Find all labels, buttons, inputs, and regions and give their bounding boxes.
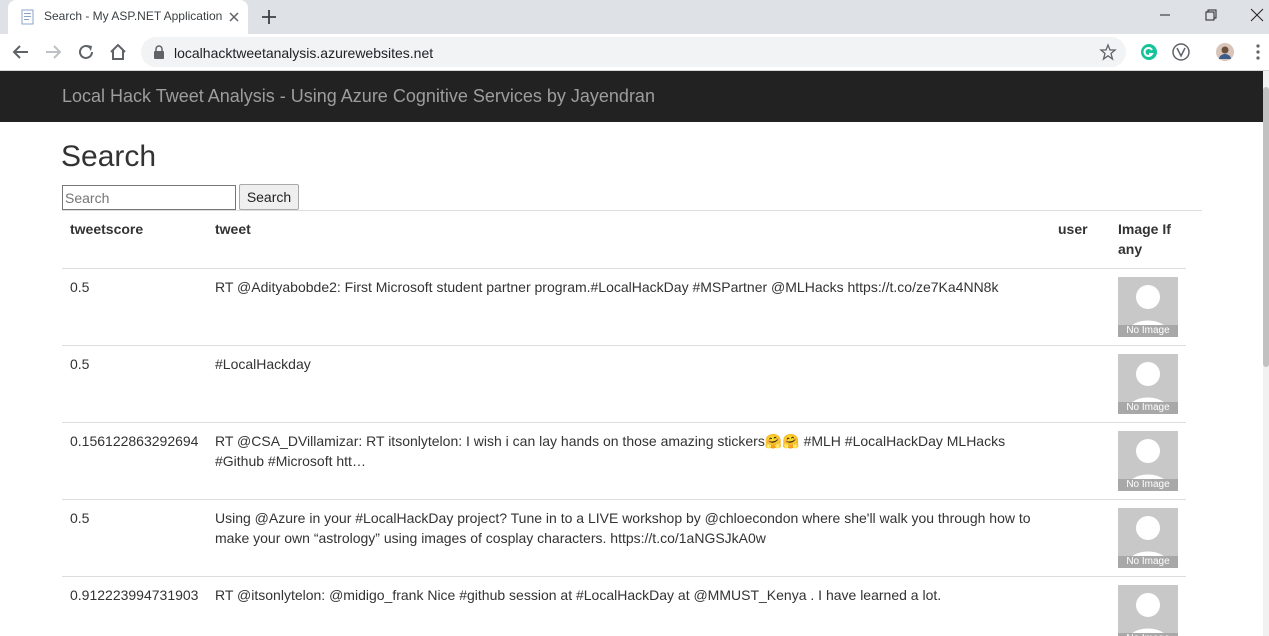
grammarly-extension-icon[interactable]: [1139, 42, 1159, 62]
site-navbar: Local Hack Tweet Analysis - Using Azure …: [0, 71, 1263, 122]
table-header-row: tweetscore tweet user Image If any: [62, 211, 1186, 269]
close-window-icon[interactable]: [1247, 5, 1267, 25]
tweet-image-cell: No Image: [1110, 421, 1186, 499]
column-header-image: Image If any: [1110, 211, 1186, 269]
column-header-tweet: tweet: [207, 211, 1050, 269]
no-image-placeholder: No Image: [1118, 353, 1178, 414]
site-brand-link[interactable]: Local Hack Tweet Analysis - Using Azure …: [62, 86, 655, 107]
tweet-text: RT @itsonlytelon: @midigo_frank Nice #gi…: [207, 575, 1050, 636]
tweet-image-cell: No Image: [1110, 575, 1186, 636]
tweet-image-cell: No Image: [1110, 498, 1186, 576]
no-image-placeholder: No Image: [1118, 430, 1178, 491]
profile-avatar-icon[interactable]: [1215, 42, 1235, 62]
tab-title: Search - My ASP.NET Application: [44, 9, 223, 23]
tweet-user: [1050, 421, 1110, 499]
no-image-label: No Image: [1118, 324, 1178, 337]
no-image-label: No Image: [1118, 555, 1178, 568]
table-row: 0.5 Using @Azure in your #LocalHackDay p…: [62, 498, 1186, 576]
tweet-text: Using @Azure in your #LocalHackDay proje…: [207, 498, 1050, 576]
bookmark-star-icon[interactable]: [1099, 43, 1117, 61]
search-input[interactable]: [62, 185, 236, 210]
no-image-placeholder: No Image: [1118, 276, 1178, 337]
lock-icon: [154, 45, 164, 59]
tweet-text: RT @Adityabobde2: First Microsoft studen…: [207, 267, 1050, 345]
tweet-results-table: tweetscore tweet user Image If any 0.5 R…: [62, 211, 1186, 636]
browser-toolbar: localhacktweetanalysis.azurewebsites.net: [0, 34, 1269, 71]
browser-tab-bar: Search - My ASP.NET Application: [0, 0, 1269, 34]
scrollbar-thumb[interactable]: [1263, 87, 1269, 367]
tweet-score: 0.156122863292694: [62, 421, 207, 499]
menu-kebab-icon[interactable]: [1248, 42, 1268, 62]
tweet-text: RT @CSA_DVillamizar: RT itsonlytelon: I …: [207, 421, 1050, 499]
address-bar[interactable]: localhacktweetanalysis.azurewebsites.net: [141, 37, 1126, 67]
browser-tab[interactable]: Search - My ASP.NET Application: [8, 0, 248, 34]
home-icon[interactable]: [107, 41, 129, 63]
page-scrollbar[interactable]: [1263, 71, 1269, 636]
page-title: Search: [61, 140, 157, 173]
tweet-score: 0.912223994731903: [62, 575, 207, 636]
tweet-score: 0.5: [62, 267, 207, 345]
table-row: 0.912223994731903 RT @itsonlytelon: @mid…: [62, 575, 1186, 636]
page-favicon-icon: [21, 9, 34, 25]
tweet-user: [1050, 344, 1110, 422]
url-text: localhacktweetanalysis.azurewebsites.net: [174, 45, 434, 61]
no-image-label: No Image: [1118, 632, 1178, 636]
tweet-text: #LocalHackday: [207, 344, 1050, 422]
table-row: 0.156122863292694 RT @CSA_DVillamizar: R…: [62, 421, 1186, 499]
no-image-label: No Image: [1118, 478, 1178, 491]
close-tab-icon[interactable]: [226, 9, 242, 25]
person-silhouette-icon: [1129, 592, 1167, 636]
page-viewport: Local Hack Tweet Analysis - Using Azure …: [0, 71, 1269, 636]
restore-icon[interactable]: [1201, 5, 1221, 25]
tweet-user: [1050, 575, 1110, 636]
reload-icon[interactable]: [75, 41, 97, 63]
no-image-label: No Image: [1118, 401, 1178, 414]
tweet-image-cell: No Image: [1110, 267, 1186, 345]
no-image-placeholder: No Image: [1118, 507, 1178, 568]
vpn-extension-icon[interactable]: [1171, 42, 1191, 62]
column-header-tweetscore: tweetscore: [62, 211, 207, 269]
minimize-icon[interactable]: [1155, 5, 1175, 25]
forward-icon[interactable]: [42, 41, 64, 63]
tweet-score: 0.5: [62, 498, 207, 576]
tweet-user: [1050, 267, 1110, 345]
tweet-image-cell: No Image: [1110, 344, 1186, 422]
tweet-score: 0.5: [62, 344, 207, 422]
column-header-user: user: [1050, 211, 1110, 269]
tweet-user: [1050, 498, 1110, 576]
search-button[interactable]: Search: [239, 184, 299, 210]
new-tab-icon[interactable]: [258, 7, 280, 27]
table-row: 0.5 #LocalHackday No Image: [62, 344, 1186, 422]
table-row: 0.5 RT @Adityabobde2: First Microsoft st…: [62, 267, 1186, 345]
back-icon[interactable]: [10, 41, 32, 63]
no-image-placeholder: No Image: [1118, 584, 1178, 636]
